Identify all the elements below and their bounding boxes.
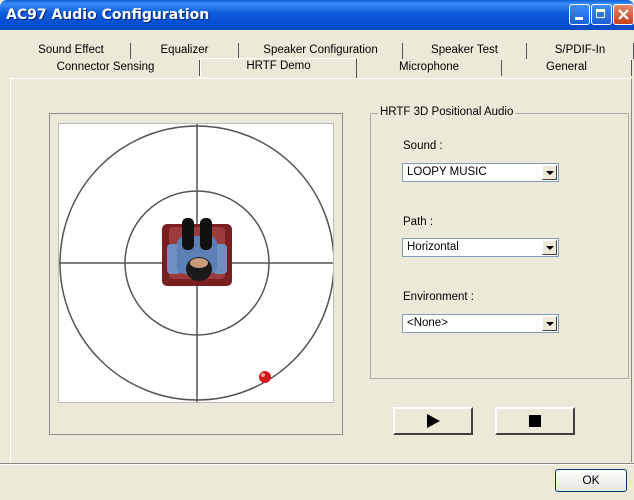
tab-speaker-test[interactable]: Speaker Test (403, 43, 527, 59)
maximize-icon[interactable] (591, 4, 612, 25)
listener-icon (162, 218, 232, 286)
ok-button[interactable]: OK (555, 469, 627, 492)
sound-select[interactable]: LOOPY MUSIC (402, 163, 559, 182)
tab-speaker-configuration[interactable]: Speaker Configuration (239, 43, 403, 59)
tab-equalizer[interactable]: Equalizer (131, 43, 239, 59)
minimize-icon[interactable] (569, 4, 590, 25)
environment-select[interactable]: <None> (402, 314, 559, 333)
separator (0, 463, 634, 465)
path-label: Path : (403, 216, 434, 228)
chevron-down-icon[interactable] (542, 240, 557, 255)
play-button[interactable] (393, 407, 473, 435)
stop-icon (529, 415, 541, 427)
sound-source-marker[interactable] (259, 371, 271, 383)
tab-hrtf-demo[interactable]: HRTF Demo (200, 58, 357, 78)
chevron-down-icon[interactable] (542, 165, 557, 180)
close-icon[interactable] (613, 4, 634, 25)
path-select-value: Horizontal (407, 241, 459, 253)
path-select[interactable]: Horizontal (402, 238, 559, 257)
tab-general[interactable]: General (502, 60, 632, 76)
tab-connector-sensing[interactable]: Connector Sensing (12, 60, 200, 76)
tab-microphone[interactable]: Microphone (357, 60, 502, 76)
hrtf-demo-area[interactable] (58, 123, 334, 403)
chevron-down-icon[interactable] (542, 316, 557, 331)
hrtf-positional-diagram (59, 124, 333, 402)
window-title: AC97 Audio Configuration (6, 7, 210, 23)
tab-sound-effect[interactable]: Sound Effect (12, 43, 131, 59)
play-icon (427, 414, 440, 428)
dialog-window: AC97 Audio Configuration Sound Effect Eq… (0, 0, 634, 500)
tab-spdif-in[interactable]: S/PDIF-In (527, 43, 634, 59)
sound-label: Sound : (403, 140, 443, 152)
sound-select-value: LOOPY MUSIC (407, 166, 487, 178)
environment-label: Environment : (403, 291, 474, 303)
title-bar[interactable]: AC97 Audio Configuration (0, 0, 634, 30)
environment-select-value: <None> (407, 317, 448, 329)
group-title: HRTF 3D Positional Audio (378, 106, 516, 118)
stop-button[interactable] (495, 407, 575, 435)
